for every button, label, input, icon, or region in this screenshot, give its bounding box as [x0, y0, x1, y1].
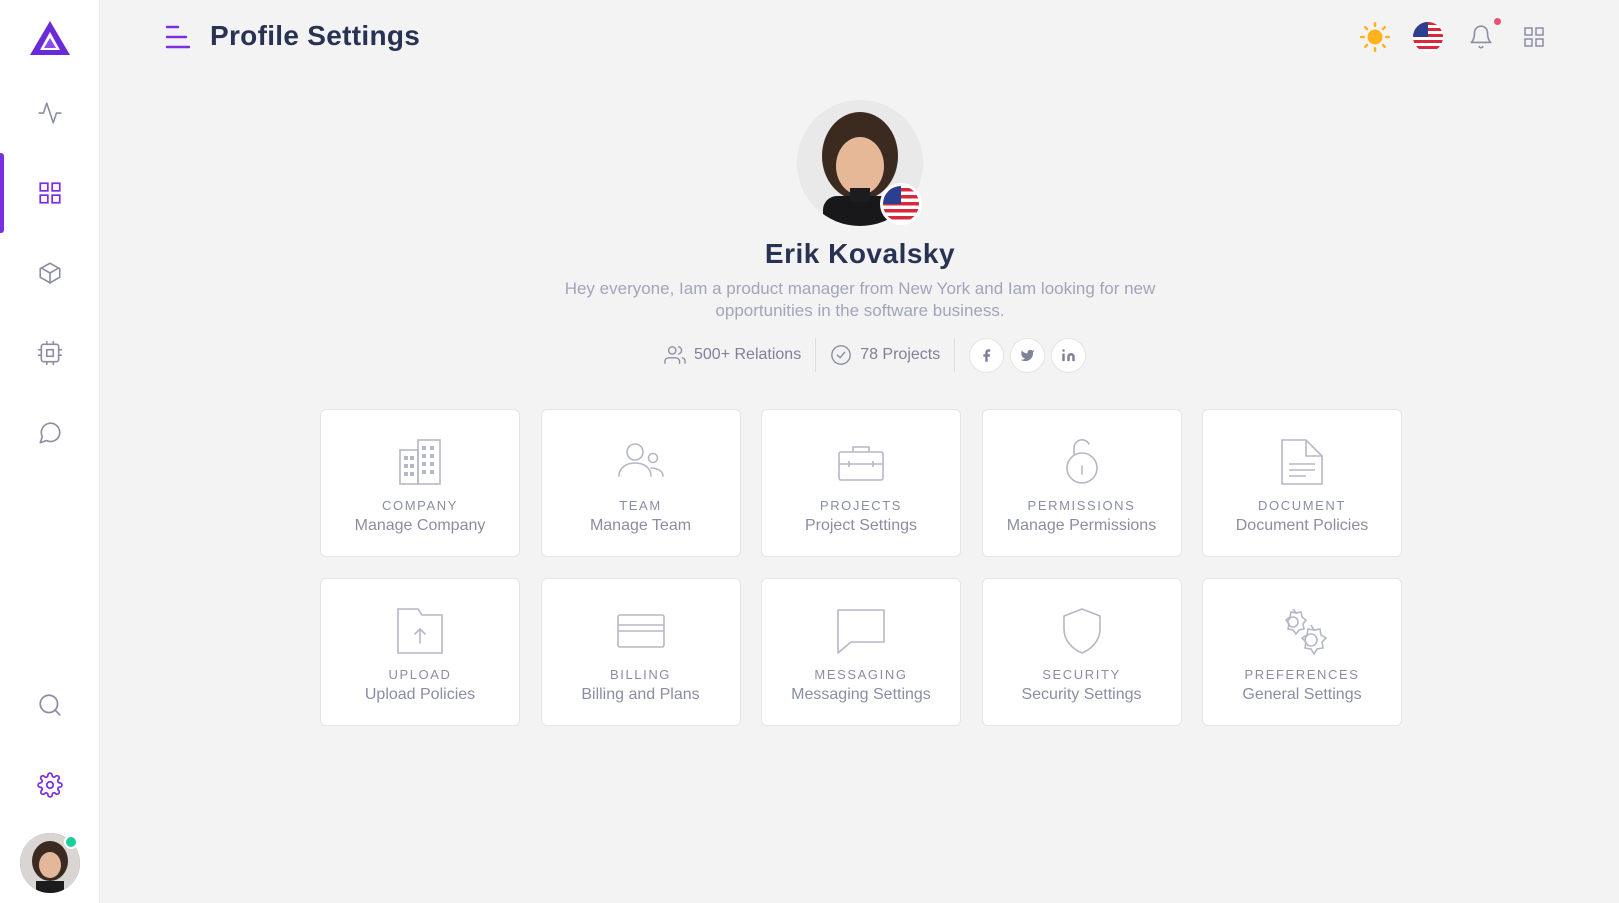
messaging-card[interactable]: MESSAGING Messaging Settings	[761, 578, 961, 726]
security-card[interactable]: SECURITY Security Settings	[981, 578, 1182, 726]
upload-folder-icon	[397, 608, 443, 654]
country-flag-badge	[880, 183, 922, 225]
relations-count: 500+ Relations	[694, 346, 802, 363]
message-square-icon	[837, 609, 885, 654]
card-title: Document Policies	[1235, 517, 1369, 534]
profile-bio: Hey everyone, Iam a product manager from…	[564, 279, 1156, 320]
page-title: Profile Settings	[210, 20, 421, 51]
facebook-button[interactable]	[969, 337, 1005, 373]
card-label: PROJECTS	[819, 498, 903, 513]
card-title: Billing and Plans	[581, 686, 700, 703]
menu-icon[interactable]	[164, 24, 192, 50]
sidebar-item-messages[interactable]	[0, 393, 100, 473]
card-title: Manage Team	[589, 517, 692, 534]
gear-icon	[37, 772, 63, 798]
credit-card-icon	[616, 614, 665, 648]
upload-card[interactable]: UPLOAD Upload Policies	[320, 578, 520, 726]
card-label: SECURITY	[1042, 667, 1121, 682]
card-title: Messaging Settings	[791, 686, 931, 703]
card-label: DOCUMENT	[1258, 498, 1346, 513]
shield-icon	[1062, 608, 1101, 654]
social-links	[955, 337, 1087, 373]
sidebar-item-search[interactable]	[0, 665, 100, 745]
cpu-icon	[38, 341, 62, 365]
card-label: TEAM	[619, 498, 662, 513]
briefcase-icon	[838, 446, 884, 481]
users-icon	[664, 346, 686, 364]
app-logo[interactable]	[28, 18, 72, 58]
settings-grid: COMPANY Manage Company TEAM Manage Team …	[320, 409, 1402, 726]
sidebar-item-settings[interactable]	[0, 745, 100, 825]
bell-icon	[1470, 25, 1492, 49]
online-status-dot	[64, 835, 78, 849]
gears-icon	[1284, 608, 1328, 656]
card-title: General Settings	[1242, 686, 1362, 703]
card-title: Project Settings	[804, 517, 918, 534]
check-circle-icon	[831, 345, 852, 365]
card-label: PREFERENCES	[1244, 667, 1360, 682]
twitter-icon	[1020, 349, 1035, 361]
document-icon	[1281, 439, 1323, 485]
sidebar-item-system[interactable]	[0, 313, 100, 393]
card-title: Manage Company	[354, 517, 486, 534]
facebook-icon	[983, 348, 991, 362]
card-title: Upload Policies	[364, 686, 476, 703]
sidebar	[0, 0, 100, 903]
us-flag-icon	[1413, 22, 1443, 52]
grid-icon	[39, 182, 61, 204]
sidebar-item-activity[interactable]	[0, 73, 100, 153]
building-icon	[399, 439, 441, 485]
us-flag-icon	[883, 186, 919, 222]
company-card[interactable]: COMPANY Manage Company	[320, 409, 520, 557]
card-label: UPLOAD	[388, 667, 452, 682]
card-title: Security Settings	[1021, 686, 1142, 703]
document-card[interactable]: DOCUMENT Document Policies	[1202, 409, 1402, 557]
apps-button[interactable]	[1517, 20, 1551, 54]
notification-dot	[1494, 18, 1501, 25]
activity-icon	[38, 102, 62, 124]
card-label: COMPANY	[382, 498, 458, 513]
linkedin-button[interactable]	[1051, 337, 1087, 373]
twitter-button[interactable]	[1010, 337, 1046, 373]
projects-count: 78 Projects	[860, 346, 941, 363]
permissions-card[interactable]: PERMISSIONS Manage Permissions	[981, 409, 1182, 557]
relations-stat[interactable]: 500+ Relations	[650, 338, 815, 372]
sun-icon	[1360, 22, 1390, 52]
grid-icon	[1524, 27, 1544, 47]
message-icon	[39, 422, 61, 444]
projects-card[interactable]: PROJECTS Project Settings	[761, 409, 961, 557]
profile-name: Erik Kovalsky	[764, 238, 956, 269]
linkedin-icon	[1062, 348, 1075, 361]
profile-stats: 500+ Relations 78 Projects	[650, 336, 1087, 374]
language-selector[interactable]	[1411, 20, 1445, 54]
search-icon	[39, 694, 61, 716]
projects-stat[interactable]: 78 Projects	[816, 338, 954, 372]
unlock-icon	[1065, 439, 1098, 484]
card-title: Manage Permissions	[1006, 517, 1157, 534]
preferences-card[interactable]: PREFERENCES General Settings	[1202, 578, 1402, 726]
card-label: MESSAGING	[814, 667, 908, 682]
billing-card[interactable]: BILLING Billing and Plans	[540, 578, 741, 726]
card-label: PERMISSIONS	[1027, 498, 1136, 513]
team-card[interactable]: TEAM Manage Team	[540, 409, 741, 557]
notifications-button[interactable]	[1464, 20, 1498, 54]
theme-toggle-button[interactable]	[1358, 20, 1392, 54]
sidebar-item-dashboard[interactable]	[0, 153, 100, 233]
users-icon	[617, 443, 664, 477]
card-label: BILLING	[609, 667, 672, 682]
